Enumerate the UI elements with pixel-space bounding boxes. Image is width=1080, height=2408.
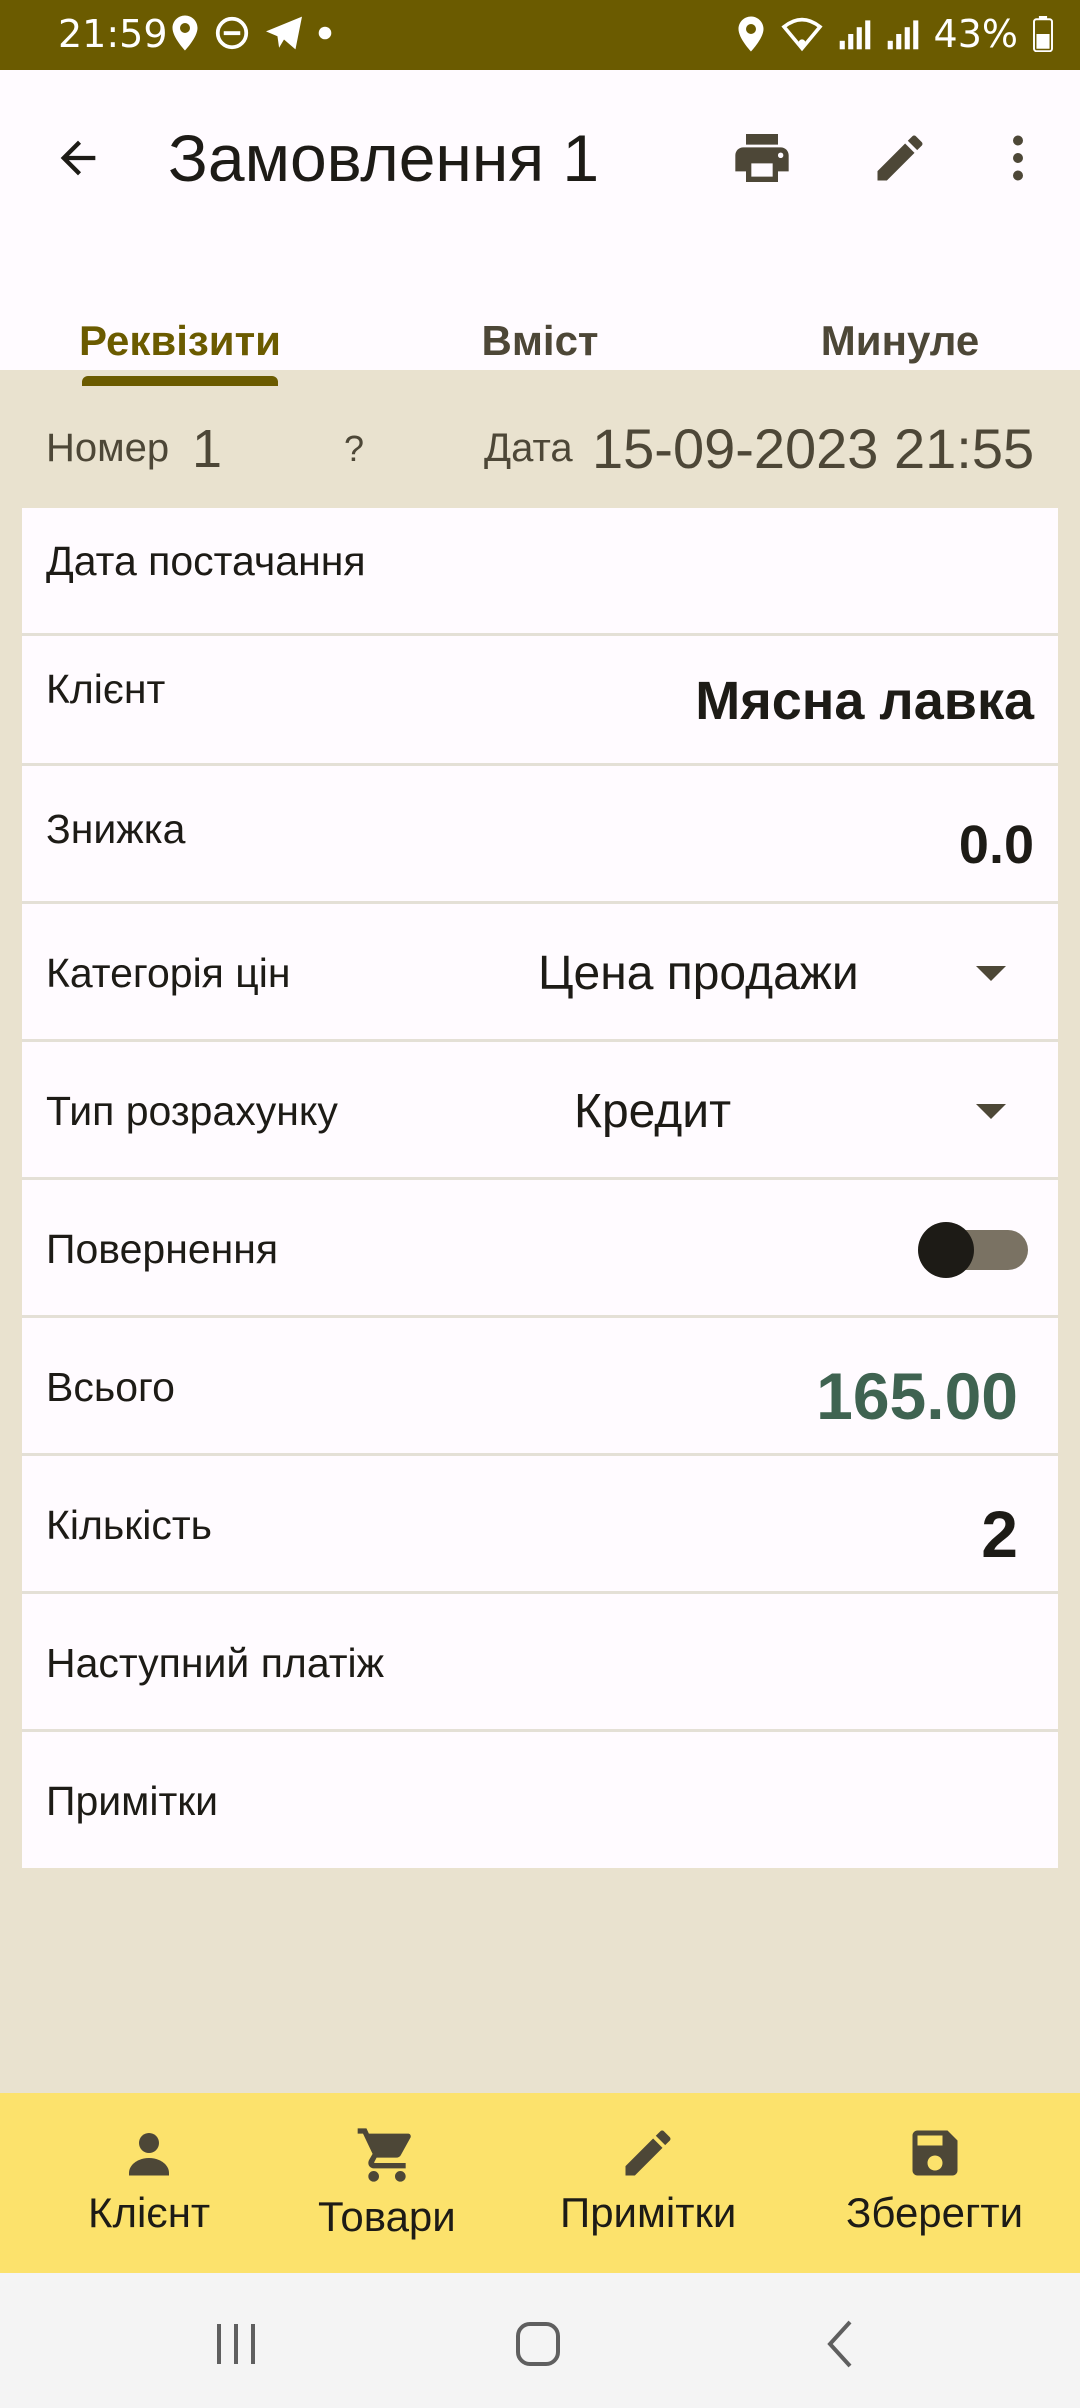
more-vert-icon [1013, 135, 1023, 181]
payment-type-select[interactable]: Кредит [574, 1084, 731, 1139]
system-navigation-bar [0, 2273, 1080, 2408]
status-icons-right: 43% [736, 12, 1054, 56]
tab-history[interactable]: Минуле [720, 260, 1080, 370]
chevron-left-icon [827, 2320, 852, 2368]
tab-requisites[interactable]: Реквізити [0, 260, 360, 370]
location-icon [172, 15, 198, 51]
status-time: 21:59 [58, 12, 168, 56]
quantity-value: 2 [981, 1497, 1018, 1571]
goods-nav-label: Товари [318, 2193, 456, 2240]
notes-label: Примітки [46, 1778, 219, 1824]
date-value[interactable]: 15-09-2023 21:55 [592, 416, 1034, 481]
signal-icon [839, 20, 870, 50]
delivery-date-row[interactable]: Дата постачання [22, 508, 1058, 636]
tab-bar: Реквізити Вміст Минуле [0, 260, 1080, 370]
dropdown-arrow-icon[interactable] [976, 1104, 1006, 1119]
client-value: Мясна лавка [695, 671, 1034, 731]
status-icons-left [170, 14, 332, 52]
page-title: Замовлення 1 [168, 121, 600, 195]
payment-type-label: Тип розрахунку [46, 1088, 338, 1134]
number-label: Номер [46, 426, 170, 470]
goods-nav-button[interactable]: Товари [318, 2123, 456, 2241]
number-value[interactable]: 1 [192, 418, 222, 480]
total-row: Всього 165.00 [22, 1318, 1058, 1456]
return-row: Повернення [22, 1180, 1058, 1318]
recents-button[interactable] [196, 2309, 276, 2379]
date-label: Дата [484, 426, 573, 470]
client-row[interactable]: Клієнт Мясна лавка [22, 636, 1058, 766]
back-button[interactable] [44, 124, 112, 192]
bottom-action-bar: Клієнт Товари Примітки Зберегти [0, 2093, 1080, 2273]
dropdown-arrow-icon[interactable] [976, 966, 1006, 981]
signal-icon [887, 20, 918, 50]
client-nav-label: Клієнт [88, 2189, 211, 2236]
save-nav-button[interactable]: Зберегти [846, 2123, 1023, 2237]
delivery-date-label: Дата постачання [46, 538, 366, 584]
save-nav-label: Зберегти [846, 2189, 1024, 2236]
next-payment-row[interactable]: Наступний платіж [22, 1594, 1058, 1732]
edit-button[interactable] [864, 122, 936, 194]
cart-icon [357, 2128, 411, 2182]
payment-type-row[interactable]: Тип розрахунку Кредит [22, 1042, 1058, 1180]
battery-percent: 43% [933, 12, 1018, 56]
location-icon [738, 16, 764, 52]
recents-icon [217, 2324, 255, 2364]
total-label: Всього [46, 1364, 175, 1410]
telegram-icon [266, 16, 302, 50]
more-options-button[interactable] [982, 122, 1054, 194]
notes-row[interactable]: Примітки [22, 1732, 1058, 1868]
help-button[interactable]: ? [344, 428, 364, 470]
toggle-thumb [918, 1222, 974, 1278]
person-icon [129, 2133, 170, 2176]
quantity-row: Кількість 2 [22, 1456, 1058, 1594]
discount-row[interactable]: Знижка 0.0 [22, 766, 1058, 904]
save-icon [912, 2130, 958, 2176]
print-icon [735, 134, 789, 182]
do-not-disturb-icon [215, 16, 249, 50]
edit-icon [625, 2130, 671, 2176]
home-button[interactable] [498, 2309, 578, 2379]
order-form: Дата постачання Клієнт Мясна лавка Знижк… [22, 508, 1058, 1868]
quantity-label: Кількість [46, 1502, 212, 1548]
discount-value[interactable]: 0.0 [959, 814, 1034, 876]
tab-content[interactable]: Вміст [360, 260, 720, 370]
dot-icon [318, 26, 332, 40]
price-category-label: Категорія цін [46, 950, 291, 996]
arrow-back-icon [60, 140, 96, 176]
wifi-icon [780, 17, 823, 52]
system-back-button[interactable] [800, 2309, 880, 2379]
notes-nav-button[interactable]: Примітки [560, 2123, 736, 2237]
next-payment-label: Наступний платіж [46, 1640, 385, 1686]
return-label: Повернення [46, 1226, 279, 1272]
home-icon [516, 2322, 560, 2366]
print-button[interactable] [726, 122, 798, 194]
discount-label: Знижка [46, 806, 186, 852]
edit-icon [877, 135, 923, 181]
info-row: Номер 1 ? Дата 15-09-2023 21:55 [0, 380, 1080, 500]
client-nav-button[interactable]: Клієнт [88, 2123, 210, 2237]
total-value: 165.00 [816, 1359, 1018, 1433]
price-category-select[interactable]: Цена продажи [538, 946, 859, 1001]
notes-nav-label: Примітки [560, 2189, 737, 2236]
app-bar: Замовлення 1 Реквізити Вміст Минуле [0, 70, 1080, 386]
battery-icon [1033, 16, 1053, 52]
status-bar: 21:59 43% [0, 0, 1080, 70]
return-toggle[interactable] [918, 1222, 1028, 1278]
price-category-row[interactable]: Категорія цін Цена продажи [22, 904, 1058, 1042]
client-label: Клієнт [46, 666, 166, 712]
